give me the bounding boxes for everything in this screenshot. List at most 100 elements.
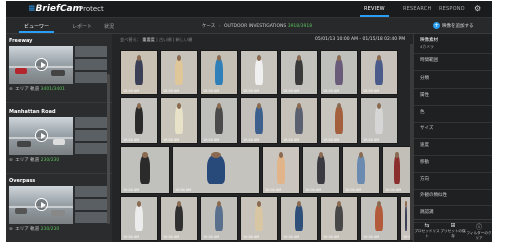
play-icon[interactable] xyxy=(35,198,48,211)
result-thumbnail[interactable]: 10:04 AM xyxy=(200,97,238,144)
divider xyxy=(414,189,492,190)
save-preset-button[interactable]: ⊞ プリセットの保存 xyxy=(440,222,466,239)
play-icon[interactable] xyxy=(35,129,48,142)
tab-viewer[interactable]: ビューワー xyxy=(18,23,55,33)
layers-icon: ⊛ xyxy=(9,87,13,92)
thumbnail-timestamp: 10:04 AM xyxy=(363,138,380,142)
result-thumbnail[interactable]: 10:04 AM xyxy=(320,50,358,95)
camera-list: Freeway ⊛ エリア 軌道 3401/3401 Manhattan Roa… xyxy=(6,34,112,242)
result-thumbnail[interactable]: 10:04 AM xyxy=(160,196,198,241)
tab-research[interactable]: RESEARCH xyxy=(403,6,431,12)
filter-item[interactable]: 外観の類似性 xyxy=(420,192,447,198)
filter-label: 映像素材 xyxy=(420,38,438,43)
filter-label: 外観の類似性 xyxy=(420,193,447,198)
result-thumbnail[interactable]: 10:04 AM xyxy=(200,196,238,241)
filter-item[interactable]: 移動 xyxy=(420,159,429,165)
thumbnail-timestamp: 10:04 AM xyxy=(323,235,340,239)
result-thumbnail[interactable]: 10:04 AM xyxy=(382,146,412,194)
thumbnail-timestamp: 10:04 AM xyxy=(123,138,140,142)
camera-meta: ⊛ エリア 軌道 230/230 xyxy=(9,227,60,232)
camera-meta: ⊛ エリア 軌道 230/230 xyxy=(9,158,60,163)
divider xyxy=(6,173,112,174)
result-thumbnail[interactable]: 10:04 AM xyxy=(280,196,318,241)
sort-option-oldest[interactable]: 古い順 xyxy=(159,37,172,42)
filter-label: 跳認識 xyxy=(420,210,434,215)
layers-icon: ⊛ xyxy=(9,227,13,232)
result-thumbnail[interactable]: 10:04 AM xyxy=(320,97,358,144)
result-thumbnail[interactable]: 10:04 AM xyxy=(120,50,158,95)
sort-option-importance[interactable]: 重要度 xyxy=(142,37,155,42)
filter-item[interactable]: 映像素材 4カメラ xyxy=(420,37,438,50)
camera-thumbnail[interactable] xyxy=(9,46,73,84)
filter-item[interactable]: 分類 xyxy=(420,75,429,81)
grid-icon: ⊞ xyxy=(450,222,456,229)
time-range: 05/01/13 10:00 AM - 01/15/18 02:40 PM xyxy=(315,37,406,42)
filter-panel: ⇆ プロセッドリスト ⊞ プリセットの保存 ⓘ フィルターのクリア 映像素材 4カ… xyxy=(413,34,492,242)
tab-respond[interactable]: RESPOND xyxy=(439,6,465,12)
result-thumbnail[interactable]: 10:04 AM xyxy=(172,146,260,194)
swap-icon: ⇆ xyxy=(424,222,430,229)
sort-option-newest[interactable]: 新しい順 xyxy=(176,37,193,42)
result-thumbnail[interactable]: 10:04 AM xyxy=(360,196,398,241)
result-thumbnail[interactable]: 10:04 AM xyxy=(302,146,340,194)
result-thumbnail[interactable]: 10:04 AM xyxy=(280,50,318,95)
filter-label: 分類 xyxy=(420,76,429,81)
play-icon[interactable] xyxy=(35,58,48,71)
camera-meta: ⊛ エリア 軌道 3401/3401 xyxy=(9,87,66,92)
tab-review[interactable]: REVIEW xyxy=(360,6,389,17)
breadcrumb-case[interactable]: ケース xyxy=(202,24,215,29)
filter-item[interactable]: 色 xyxy=(420,109,425,115)
tab-status[interactable]: 状況 xyxy=(104,23,114,30)
camera-list-scrollbar[interactable] xyxy=(107,74,110,224)
camera-side-thumbnails xyxy=(75,186,107,224)
sub-bar: ビューワー レポート 状況 ケース › OUTDOOR INVESTIGATIO… xyxy=(6,18,492,34)
gear-icon[interactable]: ⚙ xyxy=(474,4,481,13)
camera-thumbnail[interactable] xyxy=(9,186,73,224)
filter-item[interactable]: 速度 xyxy=(420,142,429,148)
filter-item[interactable]: 方向 xyxy=(420,176,429,182)
filter-item[interactable]: サイズ xyxy=(420,125,433,131)
thumbnail-timestamp: 10:04 AM xyxy=(123,235,140,239)
clear-filters-button[interactable]: ⓘ フィルターのクリア xyxy=(466,222,492,241)
result-thumbnail[interactable]: 10:04 AM xyxy=(342,146,380,194)
result-thumbnail[interactable]: 10:04 AM xyxy=(240,196,278,241)
result-thumbnail[interactable]: 10:04 AM xyxy=(360,50,398,95)
result-thumbnail[interactable]: 10:04 AM xyxy=(240,50,278,95)
divider xyxy=(414,172,492,173)
camera-name: Freeway xyxy=(9,38,33,44)
plus-icon: + xyxy=(433,22,440,29)
camera-side-thumbnails xyxy=(75,46,107,84)
sort-label: 並べ替え： xyxy=(120,37,141,42)
process-list-button[interactable]: ⇆ プロセッドリスト xyxy=(414,222,440,239)
divider xyxy=(414,205,492,206)
add-video-button[interactable]: + 映像を追加する xyxy=(433,22,474,29)
sort-control: 並べ替え： 重要度 | 古い順 | 新しい順 xyxy=(120,37,193,42)
filter-item[interactable]: 属性 xyxy=(420,92,429,98)
filter-item[interactable]: 跳認識 xyxy=(420,209,434,215)
result-thumbnail[interactable]: 10:04 AM xyxy=(120,97,158,144)
thumbnail-timestamp: 10:04 AM xyxy=(163,89,180,93)
result-thumbnail[interactable]: 10:04 AM xyxy=(240,97,278,144)
result-thumbnail[interactable]: 10:04 AM xyxy=(320,196,358,241)
thumbnail-timestamp: 10:04 AM xyxy=(305,188,322,192)
breadcrumb-investigation[interactable]: OUTDOOR INVESTIGATIONS xyxy=(224,24,286,29)
filter-label: 移動 xyxy=(420,160,429,165)
result-thumbnail[interactable]: 10:04 AM xyxy=(120,146,170,194)
thumbnail-timestamp: 10:04 AM xyxy=(163,235,180,239)
result-thumbnail[interactable]: 10:04 AM xyxy=(262,146,300,194)
filter-item[interactable]: 時間範囲 xyxy=(420,57,438,63)
result-thumbnail[interactable]: 10:04 AM xyxy=(120,196,158,241)
result-thumbnail[interactable]: 10:04 AM xyxy=(160,97,198,144)
result-thumbnail[interactable]: 10:04 AM xyxy=(160,50,198,95)
result-thumbnail[interactable]: 10:04 AM xyxy=(200,50,238,95)
result-thumbnail[interactable]: 10:04 AM xyxy=(280,97,318,144)
thumbnail-timestamp: 10:04 AM xyxy=(123,188,140,192)
tab-report[interactable]: レポート xyxy=(72,23,92,30)
filter-label: 時間範囲 xyxy=(420,58,438,63)
camera-name: Manhattan Road xyxy=(9,109,56,115)
thumbnail-timestamp: 10:04 AM xyxy=(385,188,402,192)
divider xyxy=(414,222,492,223)
thumbnail-timestamp: 10:04 AM xyxy=(243,138,260,142)
camera-thumbnail[interactable] xyxy=(9,117,73,155)
result-thumbnail[interactable]: 10:04 AM xyxy=(360,97,398,144)
